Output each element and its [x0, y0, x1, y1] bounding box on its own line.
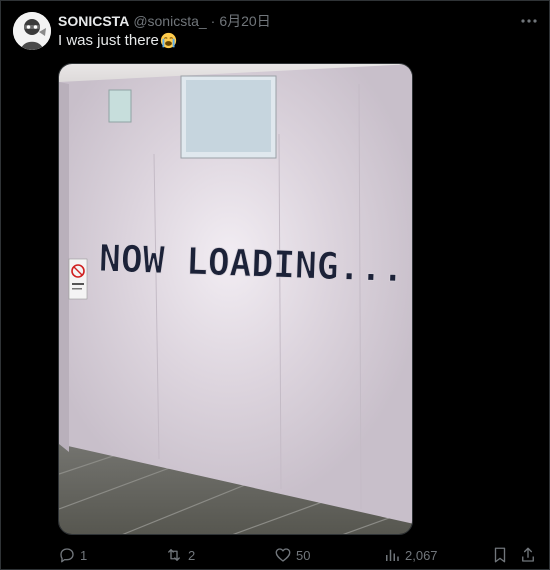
- tweet-text: I was just there: [58, 32, 177, 49]
- tweet-date[interactable]: 6月20日: [219, 11, 270, 31]
- tweet-actions: 1 2 50 2,067: [58, 546, 537, 566]
- retweet-button[interactable]: 2: [164, 546, 195, 564]
- reply-button[interactable]: 1: [58, 546, 87, 564]
- share-icon: [522, 547, 534, 562]
- retweet-icon: [168, 549, 180, 561]
- user-handle[interactable]: @sonicsta_: [133, 13, 206, 29]
- loudly-crying-face-icon: [160, 32, 177, 49]
- bookmark-button[interactable]: [492, 546, 512, 564]
- tweet-text-content: I was just there: [58, 32, 159, 49]
- separator-dot: ·: [210, 13, 216, 29]
- more-dots-icon: [521, 19, 537, 23]
- bookmark-icon: [494, 547, 506, 563]
- photo-icon: NOW LOADING...: [59, 64, 412, 534]
- views-count: 2,067: [405, 547, 438, 563]
- display-name[interactable]: SONICSTA: [58, 13, 129, 29]
- like-count: 50: [296, 547, 311, 563]
- reply-icon: [60, 548, 74, 563]
- analytics-icon: [386, 549, 399, 561]
- tweet-header: SONICSTA @sonicsta_ · 6月20日: [58, 12, 271, 30]
- retweet-count: 2: [188, 547, 196, 563]
- reply-count: 1: [80, 547, 88, 563]
- more-options-button[interactable]: [519, 11, 539, 31]
- tweet-photo[interactable]: NOW LOADING...: [58, 63, 413, 535]
- heart-icon: [275, 548, 291, 562]
- avatar-image: [13, 12, 51, 50]
- tweet-card[interactable]: SONICSTA @sonicsta_ · 6月20日 I was just t…: [0, 0, 550, 570]
- views-button[interactable]: 2,067: [383, 546, 438, 564]
- share-button[interactable]: [520, 546, 540, 564]
- avatar[interactable]: [13, 12, 51, 50]
- like-button[interactable]: 50: [274, 546, 310, 564]
